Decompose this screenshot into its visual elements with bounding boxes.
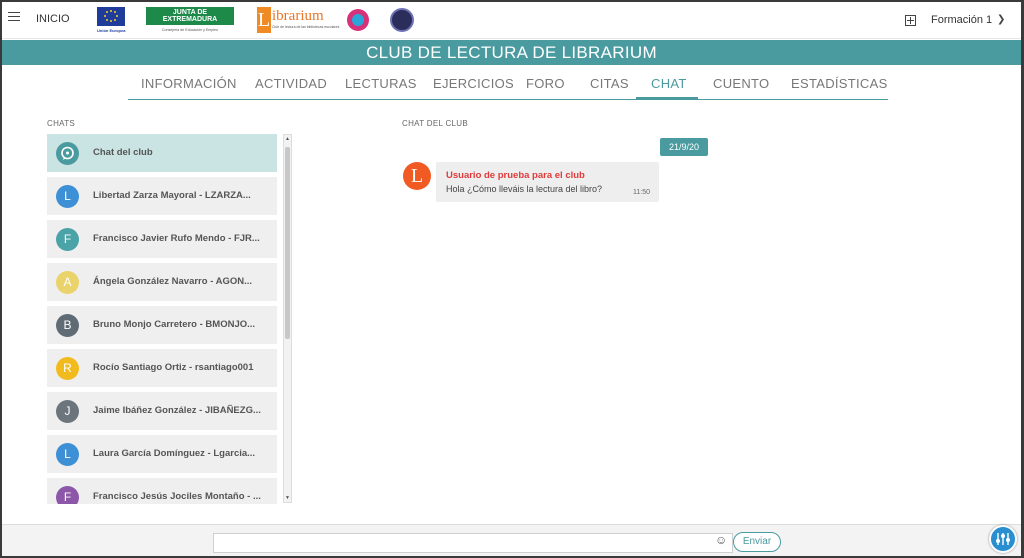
chat-item-club[interactable]: Chat del club xyxy=(47,134,277,172)
message-author: Usuario de prueba para el club xyxy=(446,170,585,181)
partner-logo-circle xyxy=(347,9,369,31)
chat-item-label: Bruno Monjo Carretero - BMONJO... xyxy=(93,319,256,330)
date-separator: 21/9/20 xyxy=(660,138,708,156)
tab-cuento[interactable]: CUENTO xyxy=(713,76,769,91)
chat-item-label: Rocío Santiago Ortiz - rsantiago001 xyxy=(93,362,254,373)
scroll-up-icon[interactable]: ▲ xyxy=(285,136,290,142)
librarium-logo: L ibrarium Club de lectura de las biblio… xyxy=(257,7,340,33)
message-text: Hola ¿Cómo lleváis la lectura del libro? xyxy=(446,184,603,194)
avatar: L xyxy=(403,162,431,190)
scroll-down-icon[interactable]: ▼ xyxy=(285,495,290,501)
chevron-down-icon[interactable]: ❯ xyxy=(997,14,1005,25)
tab-foro[interactable]: FORO xyxy=(526,76,565,91)
message-time: 11:50 xyxy=(633,189,650,196)
chats-heading: CHATS xyxy=(47,119,76,128)
avatar: A xyxy=(56,271,79,294)
home-link[interactable]: INICIO xyxy=(36,13,70,25)
avatar: J xyxy=(56,400,79,423)
avatar: R xyxy=(56,357,79,380)
chat-item[interactable]: F Francisco Jesús Jociles Montaño - ... xyxy=(47,478,277,504)
active-tab-indicator xyxy=(636,97,698,99)
eu-logo: Unión Europea xyxy=(97,7,127,35)
tab-informacion[interactable]: INFORMACIÓN xyxy=(141,76,237,91)
chat-item[interactable]: J Jaime Ibáñez González - JIBAÑEZG... xyxy=(47,392,277,430)
chat-item-label: Francisco Javier Rufo Mendo - FJR... xyxy=(93,233,260,244)
avatar: L xyxy=(56,185,79,208)
chat-item-label: Francisco Jesús Jociles Montaño - ... xyxy=(93,491,261,502)
chat-item[interactable]: F Francisco Javier Rufo Mendo - FJR... xyxy=(47,220,277,258)
tab-lecturas[interactable]: LECTURAS xyxy=(345,76,417,91)
chat-item[interactable]: A Ángela González Navarro - AGON... xyxy=(47,263,277,301)
chat-item-label: Laura García Domínguez - Lgarcia... xyxy=(93,448,256,459)
partner-logo-dark-circle xyxy=(390,8,414,32)
chat-list: Chat del club L Libertad Zarza Mayoral -… xyxy=(47,134,277,504)
tab-ejercicios[interactable]: EJERCICIOS xyxy=(433,76,514,91)
chat-bubble-icon xyxy=(56,142,79,165)
chat-item-label: Libertad Zarza Mayoral - LZARZA... xyxy=(93,190,251,201)
tab-estadisticas[interactable]: ESTADÍSTICAS xyxy=(791,76,888,91)
avatar: L xyxy=(56,443,79,466)
composer-bar: ☺ Enviar xyxy=(2,524,1021,556)
avatar: F xyxy=(56,486,79,504)
chat-item[interactable]: B Bruno Monjo Carretero - BMONJO... xyxy=(47,306,277,344)
avatar: F xyxy=(56,228,79,251)
junta-extremadura-logo: JUNTA DE EXTREMADURA Consejería de Educa… xyxy=(146,7,234,32)
chat-item[interactable]: R Rocío Santiago Ortiz - rsantiago001 xyxy=(47,349,277,387)
conversation-heading: CHAT DEL CLUB xyxy=(402,119,468,128)
accessibility-settings-icon[interactable] xyxy=(989,525,1017,553)
tab-citas[interactable]: CITAS xyxy=(590,76,629,91)
scrollbar-thumb[interactable] xyxy=(285,147,290,339)
user-menu[interactable]: Formación 1 xyxy=(931,14,992,26)
section-tabs: INFORMACIÓN ACTIVIDAD LECTURAS EJERCICIO… xyxy=(128,70,888,100)
add-icon[interactable] xyxy=(905,15,916,26)
chat-item[interactable]: L Libertad Zarza Mayoral - LZARZA... xyxy=(47,177,277,215)
message-input[interactable] xyxy=(213,533,733,553)
send-button[interactable]: Enviar xyxy=(733,532,781,552)
chat-item-label: Jaime Ibáñez González - JIBAÑEZG... xyxy=(93,405,261,416)
chat-list-scrollbar[interactable]: ▲ ▼ xyxy=(283,134,292,503)
message-bubble: Usuario de prueba para el club Hola ¿Cóm… xyxy=(436,162,659,202)
chat-item-label: Chat del club xyxy=(93,147,153,158)
chat-item-label: Ángela González Navarro - AGON... xyxy=(93,276,253,287)
page-title: CLUB DE LECTURA DE LIBRARIUM xyxy=(2,40,1021,65)
top-bar: INICIO Unión Europea JUNTA DE EXTREMADUR… xyxy=(2,2,1021,39)
avatar: B xyxy=(56,314,79,337)
tab-chat[interactable]: CHAT xyxy=(651,76,687,91)
chat-item[interactable]: L Laura García Domínguez - Lgarcia... xyxy=(47,435,277,473)
emoji-icon[interactable]: ☺ xyxy=(715,533,727,547)
tab-actividad[interactable]: ACTIVIDAD xyxy=(255,76,327,91)
menu-icon[interactable] xyxy=(8,12,20,24)
